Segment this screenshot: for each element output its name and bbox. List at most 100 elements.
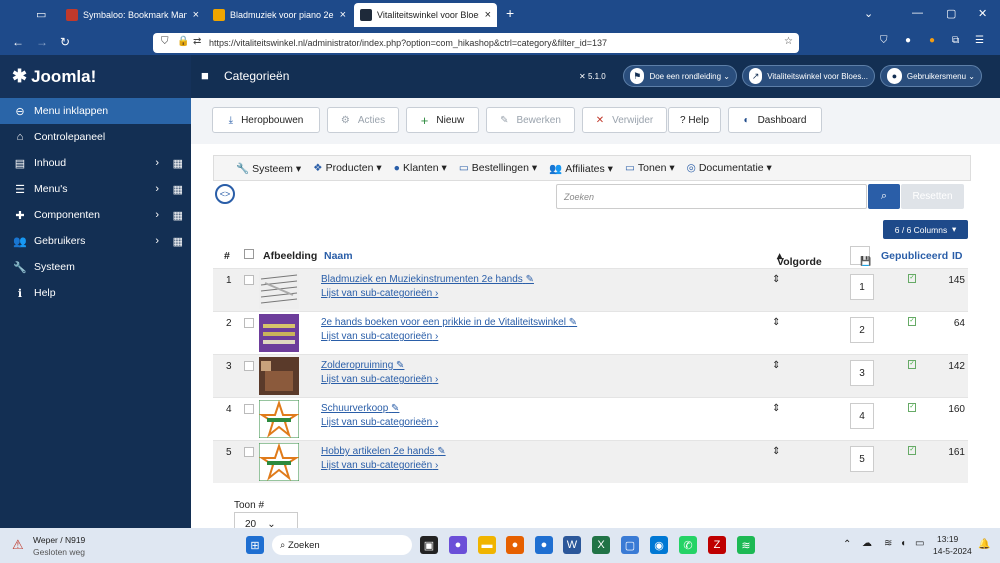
filezilla-icon[interactable]: Z <box>708 536 726 554</box>
word-icon[interactable]: W <box>563 536 581 554</box>
tab-list-icon[interactable]: ⌄ <box>864 7 873 20</box>
published-icon[interactable]: ✓ <box>908 274 916 283</box>
close-tab-icon[interactable]: × <box>485 9 491 21</box>
subcategory-link[interactable]: Lijst van sub-categorieën › <box>321 374 438 385</box>
browser-tab-3[interactable]: Vitaliteitswinkel voor Bloesem × <box>354 3 497 27</box>
drag-handle-icon[interactable]: ⇕ <box>772 360 780 371</box>
lock-icon[interactable]: 🔒 <box>177 36 189 47</box>
category-name-link[interactable]: 2e hands boeken voor een prikkie in de V… <box>321 317 577 328</box>
row-checkbox[interactable] <box>244 404 254 414</box>
task-view-icon[interactable]: ▣ <box>420 536 438 554</box>
sidebar-item-menus[interactable]: ☰ Menu's › ▦ <box>0 176 191 202</box>
row-checkbox[interactable] <box>244 447 254 457</box>
share-icon[interactable]: ⧉ <box>952 35 959 46</box>
road-warning-icon[interactable]: ⚠ <box>12 537 24 553</box>
chevron-right-icon[interactable]: › <box>155 235 159 247</box>
chevron-right-icon[interactable]: › <box>155 209 159 221</box>
menu-systeem[interactable]: 🔧 Systeem ▾ <box>236 162 301 175</box>
onedrive-icon[interactable]: ☁ <box>862 538 872 549</box>
order-input[interactable]: 3 <box>850 360 874 386</box>
bookmark-star-icon[interactable]: ☆ <box>784 36 793 47</box>
maximize-icon[interactable]: ▢ <box>946 7 956 20</box>
sidebar-item-components[interactable]: ✚ Componenten › ▦ <box>0 202 191 228</box>
dashboard-grid-icon[interactable]: ▦ <box>173 157 183 170</box>
chevron-right-icon[interactable]: › <box>155 157 159 169</box>
delete-button[interactable]: ✕ Verwijder <box>582 107 667 133</box>
camera-icon[interactable]: ◉ <box>650 536 668 554</box>
help-button[interactable]: ? Help <box>668 107 721 133</box>
file-explorer-icon[interactable]: ▬ <box>478 536 496 554</box>
select-all-checkbox[interactable] <box>244 249 254 259</box>
subcategory-link[interactable]: Lijst van sub-categorieën › <box>321 288 438 299</box>
published-icon[interactable]: ✓ <box>908 403 916 412</box>
menu-klanten[interactable]: ● Klanten ▾ <box>394 162 447 174</box>
col-published[interactable]: Gepubliceerd <box>881 250 948 262</box>
rebuild-button[interactable]: ⤓ Heropbouwen <box>212 107 320 133</box>
menu-producten[interactable]: ❖ Producten ▾ <box>313 162 382 174</box>
search-button[interactable]: ⌕ <box>868 184 900 209</box>
notifications-icon[interactable]: 🔔 <box>978 539 990 550</box>
close-tab-icon[interactable]: × <box>340 9 346 21</box>
order-input[interactable]: 2 <box>850 317 874 343</box>
category-name-link[interactable]: Bladmuziek en Muziekinstrumenten 2e hand… <box>321 274 534 285</box>
close-window-icon[interactable]: ✕ <box>978 7 987 20</box>
col-order[interactable]: Volgorde ▴ <box>777 250 822 268</box>
forward-icon[interactable]: → <box>36 35 48 49</box>
sidebar-item-system[interactable]: 🔧 Systeem <box>0 254 191 280</box>
edge-icon[interactable]: ● <box>535 536 553 554</box>
sidebar-item-menu-collapse[interactable]: ⊖ Menu inklappen <box>0 98 191 124</box>
menu-bestellingen[interactable]: ▭ Bestellingen ▾ <box>459 162 537 174</box>
published-icon[interactable]: ✓ <box>908 317 916 326</box>
row-checkbox[interactable] <box>244 318 254 328</box>
back-icon[interactable]: ← <box>12 35 24 49</box>
new-tab-button[interactable]: + <box>506 5 514 21</box>
shield-icon[interactable]: ⛉ <box>161 36 169 47</box>
excel-icon[interactable]: X <box>592 536 610 554</box>
row-checkbox[interactable] <box>244 275 254 285</box>
reset-button[interactable]: Resetten <box>901 184 964 209</box>
menu-documentatie[interactable]: ◎ Documentatie ▾ <box>687 162 772 174</box>
dashboard-grid-icon[interactable]: ▦ <box>173 235 183 248</box>
dashboard-button[interactable]: ◐ Dashboard <box>728 107 822 133</box>
address-bar[interactable]: ⛉ 🔒 ⇄ https://vitaliteitswinkel.nl/admin… <box>153 33 799 53</box>
sidebar-item-users[interactable]: 👥 Gebruikers › ▦ <box>0 228 191 254</box>
clock-date[interactable]: 14-5-2024 <box>933 546 972 556</box>
new-button[interactable]: + Nieuw <box>406 107 479 133</box>
spotify-icon[interactable]: ≋ <box>737 536 755 554</box>
published-icon[interactable]: ✓ <box>908 360 916 369</box>
teams-icon[interactable]: ● <box>449 536 467 554</box>
profile-icon[interactable]: ● <box>905 35 911 46</box>
menu-tonen[interactable]: ▭ Tonen ▾ <box>625 162 675 174</box>
sidebar-item-help[interactable]: ℹ Help <box>0 280 191 306</box>
subcategory-link[interactable]: Lijst van sub-categorieën › <box>321 460 438 471</box>
dashboard-grid-icon[interactable]: ▦ <box>173 183 183 196</box>
view-site-button[interactable]: ↗ Vitaliteitswinkel voor Bloes... <box>742 65 875 87</box>
whatsapp-icon[interactable]: ✆ <box>679 536 697 554</box>
permissions-icon[interactable]: ⇄ <box>193 36 201 47</box>
user-menu-button[interactable]: ● Gebruikersmenu ⌄ <box>880 65 982 87</box>
code-toggle-icon[interactable]: <> <box>215 184 235 204</box>
sidebar-item-controlpanel[interactable]: ⌂ Controlepaneel <box>0 124 191 150</box>
joomla-logo[interactable]: ✱ Joomla! <box>0 55 191 98</box>
minimize-icon[interactable]: — <box>912 7 923 19</box>
save-order-button[interactable]: 💾 <box>850 246 871 266</box>
actions-button[interactable]: ⚙ Acties <box>327 107 399 133</box>
drag-handle-icon[interactable]: ⇕ <box>772 317 780 328</box>
subcategory-link[interactable]: Lijst van sub-categorieën › <box>321 417 438 428</box>
edit-button[interactable]: ✎ Bewerken <box>486 107 575 133</box>
close-tab-icon[interactable]: × <box>193 9 199 21</box>
order-input[interactable]: 4 <box>850 403 874 429</box>
order-input[interactable]: 1 <box>850 274 874 300</box>
row-checkbox[interactable] <box>244 361 254 371</box>
pocket-icon[interactable]: ⛉ <box>880 35 888 46</box>
subcategory-link[interactable]: Lijst van sub-categorieën › <box>321 331 438 342</box>
browser-tab-2[interactable]: Bladmuziek voor piano 2e hands × <box>207 3 352 27</box>
extension-icon[interactable]: ● <box>929 35 935 46</box>
firefox-icon[interactable]: ● <box>506 536 524 554</box>
reload-icon[interactable]: ↻ <box>60 35 70 49</box>
store-icon[interactable]: ▢ <box>621 536 639 554</box>
columns-button[interactable]: 6 / 6 Columns ▾ <box>883 220 968 239</box>
guided-tour-button[interactable]: ⚑ Doe een rondleiding ⌄ <box>623 65 737 87</box>
category-name-link[interactable]: Zolderopruiming ✎ <box>321 360 404 371</box>
col-id[interactable]: ID <box>952 250 963 262</box>
